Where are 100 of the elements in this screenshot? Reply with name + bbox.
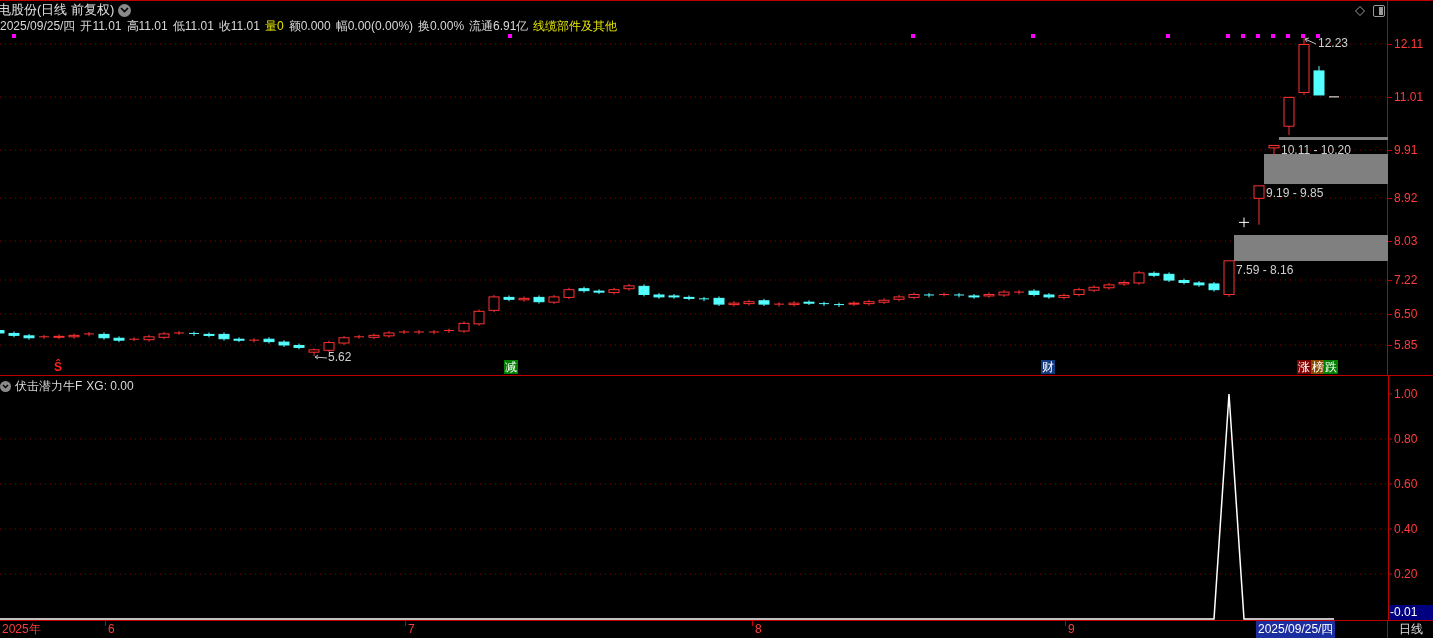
- candle: [908, 292, 920, 300]
- event-marker[interactable]: 涨: [1297, 360, 1311, 374]
- candle: [1148, 270, 1160, 278]
- candle: [53, 333, 65, 340]
- candle: [1313, 65, 1325, 96]
- indicator-title: 伏击潜力牛F: [15, 378, 83, 395]
- candle: [548, 294, 560, 305]
- candle: [98, 332, 110, 341]
- indicator-tick-label: 0.20: [1394, 567, 1418, 581]
- event-marker[interactable]: Ŝ: [54, 361, 62, 373]
- candle: [608, 287, 620, 295]
- indicator-tick-label: 0.60: [1394, 477, 1418, 491]
- candle: [1013, 289, 1025, 295]
- candle: [1163, 271, 1175, 283]
- quote-field: 流通6.91亿: [469, 17, 529, 35]
- candle: [488, 294, 500, 313]
- leader-line: [314, 354, 328, 360]
- candle: [353, 334, 365, 340]
- candle: [1043, 292, 1055, 300]
- candle: [293, 343, 305, 350]
- candle: [188, 331, 200, 337]
- event-marker[interactable]: 榜: [1311, 360, 1325, 374]
- candle: [473, 308, 485, 327]
- candle: [773, 301, 785, 307]
- candle: [38, 334, 50, 340]
- time-label: 9: [1067, 621, 1075, 637]
- period-label[interactable]: 日线: [1388, 621, 1433, 638]
- candle: [338, 335, 350, 346]
- candle: [593, 288, 605, 295]
- candle: [158, 331, 170, 340]
- panel-toggle-icon[interactable]: [1373, 5, 1385, 17]
- candle: [443, 328, 455, 334]
- candle: [323, 340, 335, 353]
- price-label: 12.23: [1318, 37, 1349, 49]
- candle: [1073, 287, 1085, 297]
- event-marker[interactable]: 减: [504, 360, 518, 374]
- candle: [1193, 280, 1205, 288]
- price-tick-label: 5.85: [1394, 338, 1418, 352]
- event-marker[interactable]: 跌: [1324, 360, 1338, 374]
- candle: [518, 295, 530, 303]
- candle: [1103, 282, 1115, 291]
- quote-field: 低11.01: [172, 17, 214, 35]
- candle: [833, 302, 845, 308]
- candle: [1133, 270, 1145, 286]
- candle: [173, 330, 185, 336]
- candle: [1028, 288, 1040, 297]
- quote-field: 开11.01: [80, 17, 122, 35]
- price-label: 5.62: [328, 351, 352, 363]
- chevron-down-icon[interactable]: [118, 3, 132, 17]
- price-tick-label: 9.91: [1394, 143, 1418, 157]
- candle: [878, 297, 890, 305]
- candle: [398, 329, 410, 335]
- candle: [923, 292, 935, 298]
- candle: [68, 332, 80, 340]
- candle: [1118, 280, 1130, 287]
- candle: [653, 292, 665, 300]
- candle: [683, 294, 695, 301]
- candle: [1283, 96, 1295, 136]
- candle: [563, 287, 575, 300]
- quote-field: 高11.01: [126, 17, 168, 35]
- candle: [233, 336, 245, 343]
- indicator-reading: XG: 0.00: [86, 378, 134, 395]
- candle: [278, 339, 290, 348]
- candle: [428, 329, 440, 335]
- zone-label: 10.11 - 10.20: [1281, 144, 1351, 156]
- candle: [248, 337, 260, 344]
- candle: [113, 335, 125, 343]
- candle: [1223, 260, 1235, 298]
- quote-field: 量0: [264, 17, 284, 35]
- event-marker[interactable]: 财: [1041, 360, 1055, 374]
- time-label: 8: [754, 621, 762, 637]
- candle: [698, 296, 710, 302]
- candle: [1178, 278, 1190, 285]
- price-tick-label: 7.22: [1394, 273, 1418, 287]
- candle: [1088, 284, 1100, 293]
- candle: [1058, 293, 1070, 300]
- candle: [1298, 37, 1310, 96]
- candle: [533, 294, 545, 305]
- candle: [968, 293, 980, 300]
- candle: [368, 332, 380, 340]
- price-tick-label: 12.11: [1394, 37, 1424, 51]
- time-label: 2025年: [1, 621, 41, 637]
- candle: [818, 301, 830, 307]
- quote-field: 换0.00%: [418, 17, 465, 35]
- candle: [998, 289, 1010, 298]
- price-tick-label: 11.01: [1394, 90, 1424, 104]
- cursor-date: 2025/09/25/四: [1256, 621, 1336, 638]
- candle: [578, 286, 590, 294]
- candle: [1253, 185, 1265, 226]
- price-tick-label: 8.03: [1394, 234, 1418, 248]
- indicator-tick-label: 0.40: [1394, 522, 1418, 536]
- candle: [953, 292, 965, 298]
- candle: [938, 292, 950, 297]
- candle: [413, 329, 425, 335]
- chevron-down-icon[interactable]: [0, 380, 11, 392]
- zone-label: 7.59 - 8.16: [1236, 264, 1294, 276]
- indicator-tick-label: 1.00: [1394, 387, 1418, 401]
- quote-field: 线缆部件及其他: [533, 17, 618, 35]
- time-label: 7: [407, 621, 415, 637]
- candle: [23, 333, 35, 341]
